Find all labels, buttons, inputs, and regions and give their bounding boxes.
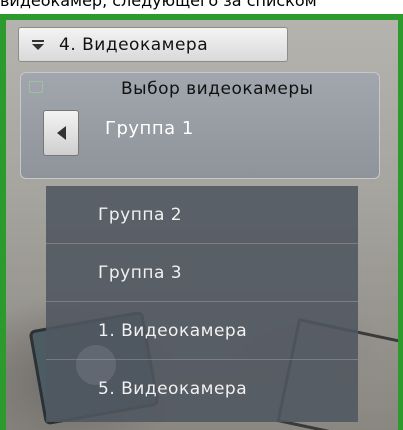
menu-item-camera-5[interactable]: 5. Видеокамера [46,360,358,418]
camera-select-label: 4. Видеокамера [59,34,209,55]
menu-item-camera-1[interactable]: 1. Видеокамера [46,302,358,360]
back-button[interactable] [43,110,79,156]
camera-menu-list: Группа 2 Группа 3 1. Видеокамера 5. Виде… [46,186,358,422]
menu-item-label: Группа 2 [98,204,183,225]
camera-selection-header: Выбор видеокамеры Группа 1 [20,72,380,179]
current-group-label: Группа 1 [105,118,194,139]
filter-dropdown-icon [31,39,45,50]
menu-item-label: 1. Видеокамера [98,320,248,341]
document-caption-fragment: видеокамер, следующего за списком [0,0,317,10]
chevron-left-icon [56,126,66,140]
menu-item-label: 5. Видеокамера [98,379,248,399]
camera-status-icon [29,81,43,93]
menu-item-label: Группа 3 [98,262,183,283]
menu-item-group-2[interactable]: Группа 2 [46,186,358,244]
camera-select-button[interactable]: 4. Видеокамера [18,27,288,62]
panel-title: Выбор видеокамеры [121,79,314,99]
menu-item-group-3[interactable]: Группа 3 [46,244,358,302]
